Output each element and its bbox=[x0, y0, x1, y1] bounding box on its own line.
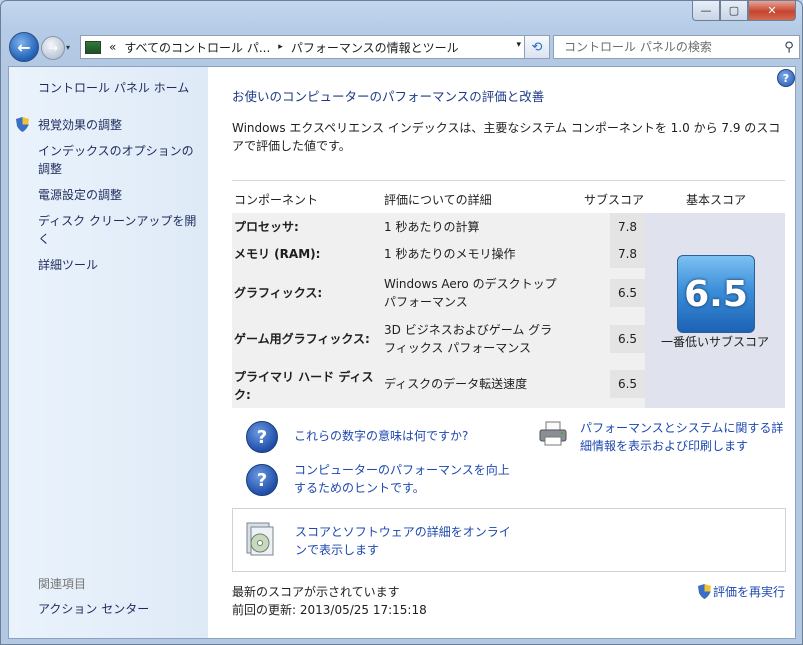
question-icon: ? bbox=[246, 421, 278, 453]
sidebar-item-visual-effects[interactable]: 視覚効果の調整 bbox=[38, 116, 122, 134]
sidebar-item-advanced-tools[interactable]: 詳細ツール bbox=[38, 256, 98, 274]
header-base-score: 基本スコア bbox=[686, 193, 747, 207]
row-detail: 1 秒あたりのメモリ操作 bbox=[384, 247, 516, 261]
header-detail: 評価についての詳細 bbox=[384, 193, 492, 207]
related-header: 関連項目 bbox=[38, 577, 87, 591]
software-box-icon bbox=[246, 522, 274, 556]
link-print-details[interactable]: パフォーマンスとシステムに関する詳細情報を表示および印刷します bbox=[580, 419, 790, 455]
minimize-button[interactable]: — bbox=[692, 1, 720, 21]
main-panel: ? お使いのコンピューターのパフォーマンスの評価と改善 Windows エクスペ… bbox=[208, 67, 795, 638]
header-component: コンポーネント bbox=[234, 193, 319, 207]
row-component: プライマリ ハード ディスク: bbox=[234, 370, 374, 402]
page-title: お使いのコンピューターのパフォーマンスの評価と改善 bbox=[232, 89, 545, 104]
table-row: メモリ (RAM): 1 秒あたりのメモリ操作 7.8 bbox=[232, 240, 645, 268]
table-row: グラフィックス: Windows Aero のデスクトップ パフォーマンス 6.… bbox=[232, 273, 645, 317]
search-icon[interactable]: ⚲ bbox=[779, 40, 799, 55]
sidebar-item-action-center[interactable]: アクション センター bbox=[38, 600, 149, 618]
address-bar[interactable]: « すべてのコントロール パ... ▸ パフォーマンスの情報とツール ▾ bbox=[80, 35, 528, 59]
table-header: コンポーネント 評価についての詳細 サブスコア 基本スコア bbox=[232, 180, 785, 213]
base-score-panel: 6.5 一番低いサブスコア bbox=[645, 213, 785, 408]
breadcrumb-performance[interactable]: パフォーマンスの情報とツール bbox=[291, 39, 459, 56]
search-input[interactable] bbox=[562, 39, 779, 55]
online-details-box: スコアとソフトウェアの詳細をオンラインで表示します bbox=[232, 508, 786, 572]
caption-buttons: — ▢ ✕ bbox=[692, 1, 796, 21]
row-detail: ディスクのデータ転送速度 bbox=[384, 377, 528, 391]
printer-icon bbox=[539, 421, 567, 446]
row-subscore: 7.8 bbox=[610, 240, 645, 268]
breadcrumb-overflow[interactable]: « bbox=[109, 40, 116, 54]
sidebar-item-disk-cleanup[interactable]: ディスク クリーンアップを開く bbox=[38, 212, 206, 248]
base-score-label: 一番低いサブスコア bbox=[660, 335, 769, 349]
history-dropdown-icon[interactable]: ▾ bbox=[66, 43, 70, 52]
rerun-assessment-link[interactable]: 評価を再実行 bbox=[713, 583, 785, 601]
table-row: ゲーム用グラフィックス: 3D ビジネスおよびゲーム グラフィックス パフォーマ… bbox=[232, 319, 645, 363]
question-icon: ? bbox=[246, 464, 278, 496]
search-box[interactable]: ⚲ bbox=[553, 35, 800, 59]
row-detail: 3D ビジネスおよびゲーム グラフィックス パフォーマンス bbox=[384, 323, 553, 355]
sidebar: コントロール パネル ホーム 視覚効果の調整 インデックスのオプションの調整 電… bbox=[9, 67, 208, 638]
score-table: コンポーネント 評価についての詳細 サブスコア 基本スコア プロセッサ: 1 秒… bbox=[232, 180, 785, 408]
link-numbers-meaning[interactable]: これらの数字の意味は何ですか? bbox=[294, 427, 468, 445]
row-subscore: 6.5 bbox=[610, 370, 645, 398]
close-button[interactable]: ✕ bbox=[748, 1, 796, 21]
breadcrumb-separator-icon[interactable]: ▸ bbox=[278, 42, 283, 52]
link-performance-tips[interactable]: コンピューターのパフォーマンスを向上するためのヒントです。 bbox=[294, 461, 514, 497]
last-update-label: 前回の更新: bbox=[232, 603, 297, 617]
page-description: Windows エクスペリエンス インデックスは、主要なシステム コンポーネント… bbox=[232, 121, 781, 153]
sidebar-item-indexing-options[interactable]: インデックスのオプションの調整 bbox=[38, 142, 203, 178]
row-detail: 1 秒あたりの計算 bbox=[384, 220, 480, 234]
sidebar-item-power-settings[interactable]: 電源設定の調整 bbox=[38, 186, 122, 204]
status-current: 最新のスコアが示されています bbox=[232, 585, 400, 599]
row-component: グラフィックス: bbox=[234, 286, 323, 300]
breadcrumb-all-control-panel[interactable]: すべてのコントロール パ... bbox=[124, 39, 270, 56]
window: — ▢ ✕ ← → ▾ « すべてのコントロール パ... ▸ パフォーマンスの… bbox=[0, 0, 803, 645]
uac-shield-icon bbox=[698, 584, 711, 599]
row-component: プロセッサ: bbox=[234, 220, 299, 234]
back-button[interactable]: ← bbox=[9, 32, 39, 62]
table-row: プロセッサ: 1 秒あたりの計算 7.8 bbox=[232, 213, 645, 241]
base-score-badge: 6.5 bbox=[677, 255, 755, 333]
refresh-button[interactable]: ⟲ bbox=[524, 35, 550, 59]
help-icon[interactable]: ? bbox=[777, 69, 795, 87]
table-row: プライマリ ハード ディスク: ディスクのデータ転送速度 6.5 bbox=[232, 365, 645, 407]
control-panel-icon bbox=[85, 40, 101, 54]
forward-button[interactable]: → bbox=[41, 36, 65, 60]
table-rows: プロセッサ: 1 秒あたりの計算 7.8 メモリ (RAM): 1 秒あたりのメ… bbox=[232, 213, 645, 408]
row-component: ゲーム用グラフィックス: bbox=[234, 332, 370, 346]
last-update-time: 2013/05/25 17:15:18 bbox=[299, 603, 427, 617]
header-subscore: サブスコア bbox=[584, 193, 645, 207]
row-subscore: 7.8 bbox=[610, 213, 645, 241]
address-dropdown-icon[interactable]: ▾ bbox=[516, 40, 521, 50]
sidebar-control-panel-home[interactable]: コントロール パネル ホーム bbox=[38, 79, 189, 97]
row-component: メモリ (RAM): bbox=[234, 247, 321, 261]
maximize-button[interactable]: ▢ bbox=[720, 1, 748, 21]
content-pane: コントロール パネル ホーム 視覚効果の調整 インデックスのオプションの調整 電… bbox=[8, 66, 796, 639]
row-subscore: 6.5 bbox=[610, 279, 645, 307]
status-last-update: 前回の更新: 2013/05/25 17:15:18 bbox=[232, 601, 427, 619]
navigation-bar: ← → ▾ « すべてのコントロール パ... ▸ パフォーマンスの情報とツール… bbox=[7, 29, 800, 63]
link-online-details[interactable]: スコアとソフトウェアの詳細をオンラインで表示します bbox=[295, 523, 515, 559]
row-detail: Windows Aero のデスクトップ パフォーマンス bbox=[384, 277, 557, 309]
row-subscore: 6.5 bbox=[610, 325, 645, 353]
uac-shield-icon bbox=[16, 117, 29, 132]
